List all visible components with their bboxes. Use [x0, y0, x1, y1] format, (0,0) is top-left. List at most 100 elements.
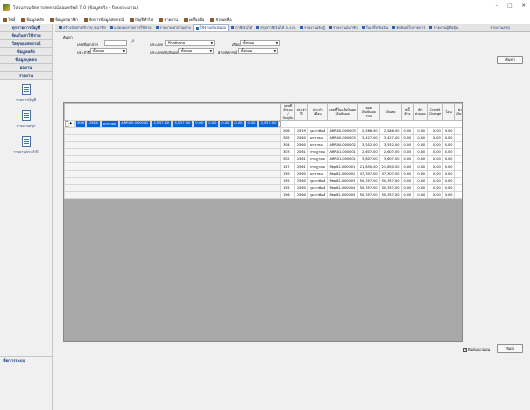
table-cell: 0.00 — [400, 190, 414, 199]
tab-10[interactable]: รายงานผู้ถือหุ้น — [427, 24, 460, 31]
table-row[interactable]: 306 2559 กุมภาพันธ์ ARR00-000003 2,586.00 2,5… — [64, 126, 462, 136]
column-header-9[interactable]: โอน — [442, 103, 456, 121]
menu-help[interactable]: ช่วยเหลือ — [210, 16, 232, 23]
row-indicator[interactable] — [64, 162, 282, 171]
menu-member-data[interactable]: ข้อมูลสมาชิก — [50, 16, 78, 23]
table-row[interactable]: 304 2560 มกราคม ARR00-000002 3,552.00 3,552.0… — [64, 141, 462, 150]
year-select[interactable]: ทั้งหมด ▼ — [90, 48, 127, 54]
tab-8[interactable]: ใบเสร็จรับเงิน — [360, 24, 390, 31]
menu-general-ledger[interactable]: บัญชีทั่วไป — [130, 16, 153, 23]
row-indicator[interactable] — [64, 126, 282, 136]
table-cell: 3,552.00 — [379, 141, 402, 150]
tab-1[interactable]: แสดงผลรายการใช้จ่าย — [108, 24, 154, 31]
minimize-button[interactable]: – — [495, 3, 498, 9]
menu-reports[interactable]: รายงาน — [159, 16, 178, 23]
row-indicator[interactable] — [64, 176, 282, 185]
dividend-type-select[interactable]: ทั้งหมด ▼ — [178, 48, 214, 54]
landscape-checkbox-group[interactable]: ✓ พิมพ์แนวนอน — [463, 347, 490, 353]
column-header-8[interactable]: Credit Charge — [426, 103, 444, 121]
sidebar-footer-system[interactable]: จัดการระบบ — [0, 356, 53, 364]
table-cell: 50,357.00 — [379, 183, 402, 192]
table-row[interactable]: 155 2560 กุมภาพันธ์ Rep62-000003 50,357.00 50… — [64, 176, 462, 185]
sidebar-item-summary-report[interactable]: รายงานสรุป — [0, 106, 52, 132]
maximize-button[interactable]: □ — [507, 3, 512, 9]
table-cell: 0.00 — [412, 190, 428, 199]
table-row[interactable]: 156 2560 กุมภาพันธ์ Rep62-000005 50,357.00 50… — [64, 190, 462, 199]
sidebar-item-account-list[interactable]: รายการบัญชี — [0, 80, 52, 106]
table-row[interactable]: 159 2560 มกราคม Rep62-000002 47,307.00 47,307… — [64, 169, 462, 178]
column-header-2[interactable]: ประจำเดือน — [307, 103, 328, 121]
column-header-7[interactable]: หักส่วนลด — [412, 103, 428, 121]
table-row[interactable]: 157 2561 กรกฎาคม Rep62-000001 21,850.00 21,85… — [64, 162, 462, 171]
summary-report-link[interactable]: รายงานสรุป — [490, 25, 510, 31]
tab-9[interactable]: จัดพิมพ์ใบรายการ — [390, 24, 427, 31]
sidebar-header-expenses[interactable]: จัดเก็บค่าใช้จ่าย — [0, 32, 52, 40]
menu-manage-coop[interactable]: จัดการข้อมูลสหกรณ์ — [83, 16, 124, 23]
doc-number-input[interactable] — [104, 40, 127, 46]
close-button[interactable]: ✕ — [521, 3, 526, 9]
tab-4[interactable]: ภาษีเงินได้ — [229, 24, 254, 31]
sidebar-header-all-accounts[interactable]: ทุกรายการบัญชี — [0, 24, 52, 32]
menu-tools[interactable]: เครื่องมือ — [183, 16, 204, 23]
sidebar-header-master[interactable]: ข้อมูลหลัก — [0, 48, 52, 56]
row-indicator[interactable] — [64, 169, 282, 178]
table-cell: 2560 — [86, 120, 101, 128]
row-indicator-header — [64, 103, 282, 121]
table-cell: 0.00 — [426, 183, 444, 192]
sidebar-header-supplies[interactable]: วัสดุของสหกรณ์ — [0, 40, 52, 48]
year-label: ประจำปี — [77, 50, 91, 55]
tab-icon — [59, 26, 62, 29]
branch-select[interactable]: ทั้งหมด ▼ — [238, 48, 278, 54]
table-row[interactable]: ▶ 308 2560 มกราคม ARR00-000002 3,557.00 3,557.… — [64, 120, 281, 128]
sidebar-header-reports[interactable]: รายงาน — [0, 72, 52, 80]
column-header-1[interactable]: ประจำปี — [294, 103, 309, 121]
branch-label: ฝ่ายสหกรณ์ — [218, 50, 238, 55]
table-cell: 0.00 — [400, 162, 414, 171]
type-select[interactable]: Phathana ▼ — [165, 40, 215, 46]
table-cell: 0.00 — [426, 176, 444, 185]
column-header-10[interactable]: ค่าจ่ายเงินปันผล — [454, 103, 462, 121]
tab-2[interactable]: รายงานค่าส่วนต่าง — [154, 24, 193, 31]
landscape-checkbox[interactable]: ✓ — [463, 348, 467, 352]
table-row[interactable]: 155 2560 กุมภาพันธ์ Rep62-000004 50,357.00 50… — [64, 183, 462, 192]
menu-icon — [21, 17, 26, 22]
row-indicator[interactable] — [64, 134, 282, 143]
dividend-table: เลขที่ตัวเอง / ปัจจุบัน ประจำปี ประจำเดือน… — [64, 103, 462, 199]
sidebar-item-annual-report[interactable]: รายงานประจำปี — [0, 132, 52, 158]
table-cell: 0.00 — [218, 120, 232, 128]
row-indicator[interactable] — [64, 183, 282, 192]
column-header-4[interactable]: ยอดเงินปันผลรวม — [357, 103, 381, 121]
menu-master-data[interactable]: ข้อมูลหลัก — [21, 16, 44, 23]
search-button[interactable]: ค้นหา — [497, 56, 523, 64]
search-icon[interactable]: ⌕ — [131, 38, 135, 45]
row-indicator[interactable] — [64, 141, 282, 150]
column-header-3[interactable]: เลขที่ใบแจ้งปันผลเงินปันผล — [326, 103, 359, 121]
table-cell: 0.00 — [454, 176, 462, 185]
tab-6[interactable]: รายงานเงินกู้ — [298, 24, 327, 31]
column-header-5[interactable]: เงินสด — [379, 103, 402, 121]
sidebar-header-performance[interactable]: ผลงาน — [0, 64, 52, 72]
table-row[interactable]: 305 2560 มกราคม ARR00-000003 3,427.00 3,427.0… — [64, 134, 462, 143]
tab-0[interactable]: สร้างบิลค่าบริการ/ สมาชิก — [57, 24, 108, 31]
sidebar-header-persons[interactable]: ข้อมูลบุคคล — [0, 56, 52, 64]
table-row[interactable]: 303 2561 กรกฎาคม ARR01-000001 2,607.00 2,607.… — [64, 148, 462, 157]
tab-3[interactable]: ใช้จ่ายเงินปันผล — [192, 24, 229, 31]
row-indicator[interactable] — [64, 155, 282, 164]
column-header-6[interactable]: หนี้ค้าง — [400, 103, 414, 121]
tab-7[interactable]: รายงานสมาชิก — [327, 24, 360, 31]
column-header-0[interactable]: เลขที่ตัวเอง / ปัจจุบัน — [280, 103, 296, 121]
row-indicator[interactable]: ▶ — [67, 120, 75, 128]
table-cell: 3,427.00 — [379, 134, 402, 143]
tab-label: รายงานค่าส่วนต่าง — [159, 24, 191, 30]
row-indicator[interactable] — [64, 190, 282, 199]
table-cell: 2561 — [294, 162, 309, 171]
table-row[interactable]: 302 2561 กรกฎาคม ARR01-000001 3,607.00 3,607.… — [64, 155, 462, 164]
menu-file[interactable]: ไฟล์ — [3, 16, 15, 23]
table-cell: 0.00 — [454, 155, 462, 164]
print-button[interactable]: พิมพ์ — [497, 344, 523, 353]
table-cell: 2560 — [294, 134, 309, 143]
row-indicator[interactable] — [64, 148, 282, 157]
table-cell: 0.00 — [454, 134, 462, 143]
month-select[interactable]: ทั้งหมด ▼ — [240, 40, 280, 46]
tab-5[interactable]: สรุปภาษีเงินได้ ภ.ง.ด. — [254, 24, 298, 31]
